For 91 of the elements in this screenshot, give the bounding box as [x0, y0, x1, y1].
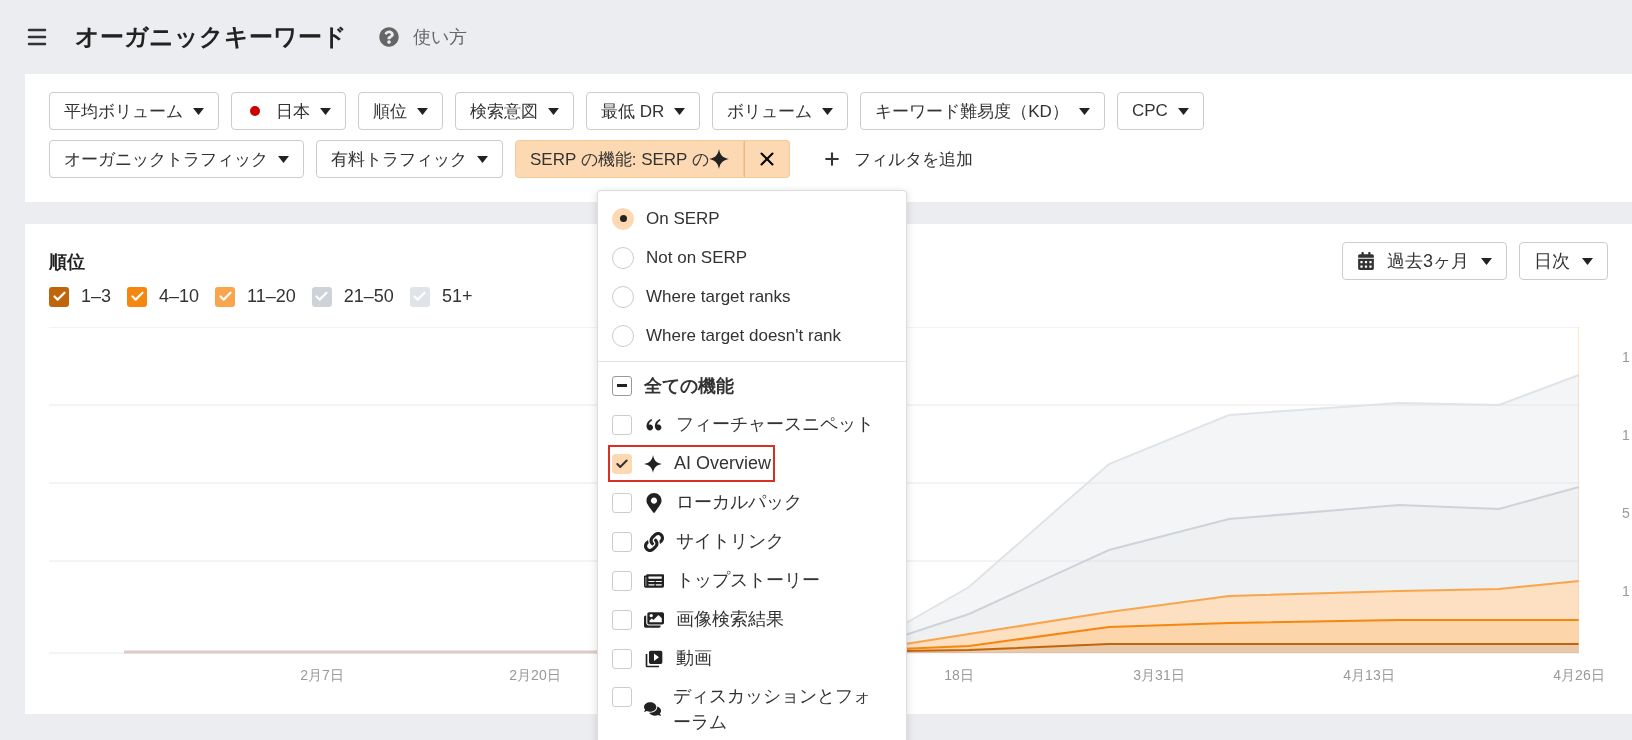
- legend-checkbox[interactable]: [311, 286, 332, 307]
- caret-icon: [477, 155, 488, 163]
- chart-title: 順位: [49, 251, 86, 274]
- minus-icon: [617, 384, 627, 387]
- y-axis-label: 1: [1622, 427, 1630, 443]
- active-filter[interactable]: SERP の機能: SERP の: [515, 140, 744, 178]
- legend-checkbox[interactable]: [215, 286, 236, 307]
- check-icon: [412, 289, 428, 304]
- feature-label[interactable]: トップストーリー: [676, 567, 820, 594]
- caret-icon: [1177, 107, 1189, 115]
- help-link[interactable]: 使い方: [413, 25, 467, 49]
- x-axis-label: 2月20日: [509, 667, 561, 685]
- feature-label[interactable]: 画像検索結果: [676, 606, 784, 633]
- close-button[interactable]: [743, 140, 790, 178]
- caret-icon: [417, 107, 428, 115]
- check-icon: [615, 456, 629, 471]
- legend-checkbox[interactable]: [49, 286, 69, 307]
- y-axis-label: 1: [1622, 583, 1630, 599]
- filter-dropdown[interactable]: キーワード難易度（KD）: [860, 92, 1105, 130]
- legend-item[interactable]: 21–50: [311, 286, 394, 307]
- radio-option[interactable]: Where target ranks: [598, 277, 906, 316]
- filter-dropdown[interactable]: 有料トラフィック: [316, 140, 503, 178]
- caret-icon: [674, 107, 686, 115]
- check-icon: [129, 289, 145, 304]
- feature-label[interactable]: 動画: [676, 645, 712, 672]
- check-icon: [217, 289, 233, 304]
- feature-label[interactable]: ローカルパック: [676, 489, 802, 516]
- y-axis-label: 5: [1622, 505, 1630, 521]
- checkbox[interactable]: [612, 609, 632, 630]
- flag-icon: [250, 106, 260, 116]
- filter-dropdown[interactable]: 平均ボリューム: [49, 92, 219, 130]
- filter-dropdown[interactable]: 検索意図: [455, 92, 574, 130]
- checkbox[interactable]: [612, 648, 632, 669]
- x-axis-label: 18日: [944, 667, 974, 685]
- radio-option[interactable]: On SERP: [598, 199, 906, 238]
- checkbox[interactable]: [612, 570, 632, 591]
- radio-button[interactable]: [612, 285, 634, 308]
- check-icon: [51, 289, 67, 304]
- sparkle-icon: [708, 149, 729, 169]
- link-icon: [644, 531, 664, 552]
- legend-item[interactable]: 1–3: [49, 286, 112, 307]
- feature-label[interactable]: AI Overview: [674, 450, 772, 477]
- feature-label[interactable]: フィーチャースニペット: [676, 411, 874, 438]
- checkbox[interactable]: [612, 492, 632, 513]
- radio-option[interactable]: Not on SERP: [598, 238, 906, 277]
- map-pin-icon: [644, 492, 664, 513]
- legend-item[interactable]: 11–20: [215, 286, 296, 307]
- calendar-icon: [1357, 252, 1375, 270]
- add-filter-button[interactable]: フィルタを追加: [815, 146, 979, 172]
- radio-button[interactable]: [612, 246, 634, 269]
- caret-icon: [1582, 257, 1593, 265]
- caret-icon: [822, 107, 834, 115]
- select-all-label[interactable]: 全ての機能: [644, 373, 734, 398]
- x-axis-label: 3月31日: [1133, 667, 1185, 685]
- caret-icon: [1078, 107, 1090, 115]
- radio-option[interactable]: Where target doesn't rank: [598, 316, 906, 355]
- page-title: オーガニックキーワード: [75, 22, 347, 52]
- filter-dropdown[interactable]: 日本: [231, 92, 346, 130]
- legend-item[interactable]: 51+: [409, 286, 473, 307]
- feature-label[interactable]: サイトリンク: [676, 528, 784, 555]
- x-axis-label: 4月26日: [1553, 667, 1605, 685]
- checkbox[interactable]: [612, 531, 632, 552]
- checkbox[interactable]: [612, 687, 632, 707]
- video-icon: [644, 648, 664, 669]
- check-icon: [314, 289, 330, 304]
- filter-dropdown[interactable]: CPC: [1116, 92, 1204, 130]
- radio-button[interactable]: [612, 207, 634, 230]
- legend-checkbox[interactable]: [409, 286, 430, 307]
- checkbox[interactable]: [612, 375, 632, 396]
- image-icon: [644, 609, 664, 630]
- feature-label[interactable]: ディスカッションとフォーラム: [673, 683, 888, 736]
- legend-checkbox[interactable]: [127, 286, 148, 307]
- radio-button[interactable]: [612, 324, 634, 347]
- x-axis-label: 2月7日: [300, 667, 344, 685]
- x-axis-label: 4月13日: [1343, 667, 1395, 685]
- filter-dropdown[interactable]: オーガニックトラフィック: [49, 140, 304, 178]
- date-range-dropdown[interactable]: 過去3ヶ月: [1342, 242, 1507, 280]
- filter-dropdown[interactable]: 順位: [358, 92, 443, 130]
- y-axis-label: 1: [1622, 349, 1630, 365]
- sparkle-icon: [644, 454, 662, 473]
- caret-icon: [548, 107, 559, 115]
- caret-icon: [193, 107, 204, 115]
- caret-icon: [1481, 257, 1492, 265]
- checkbox[interactable]: [612, 414, 632, 435]
- help-icon[interactable]: [379, 27, 399, 47]
- filter-dropdown[interactable]: 最低 DR: [586, 92, 701, 130]
- filter-dropdown[interactable]: ボリューム: [712, 92, 849, 130]
- caret-icon: [278, 155, 289, 163]
- legend-item[interactable]: 4–10: [127, 286, 200, 307]
- interval-dropdown[interactable]: 日次: [1519, 242, 1608, 280]
- caret-icon: [320, 107, 331, 115]
